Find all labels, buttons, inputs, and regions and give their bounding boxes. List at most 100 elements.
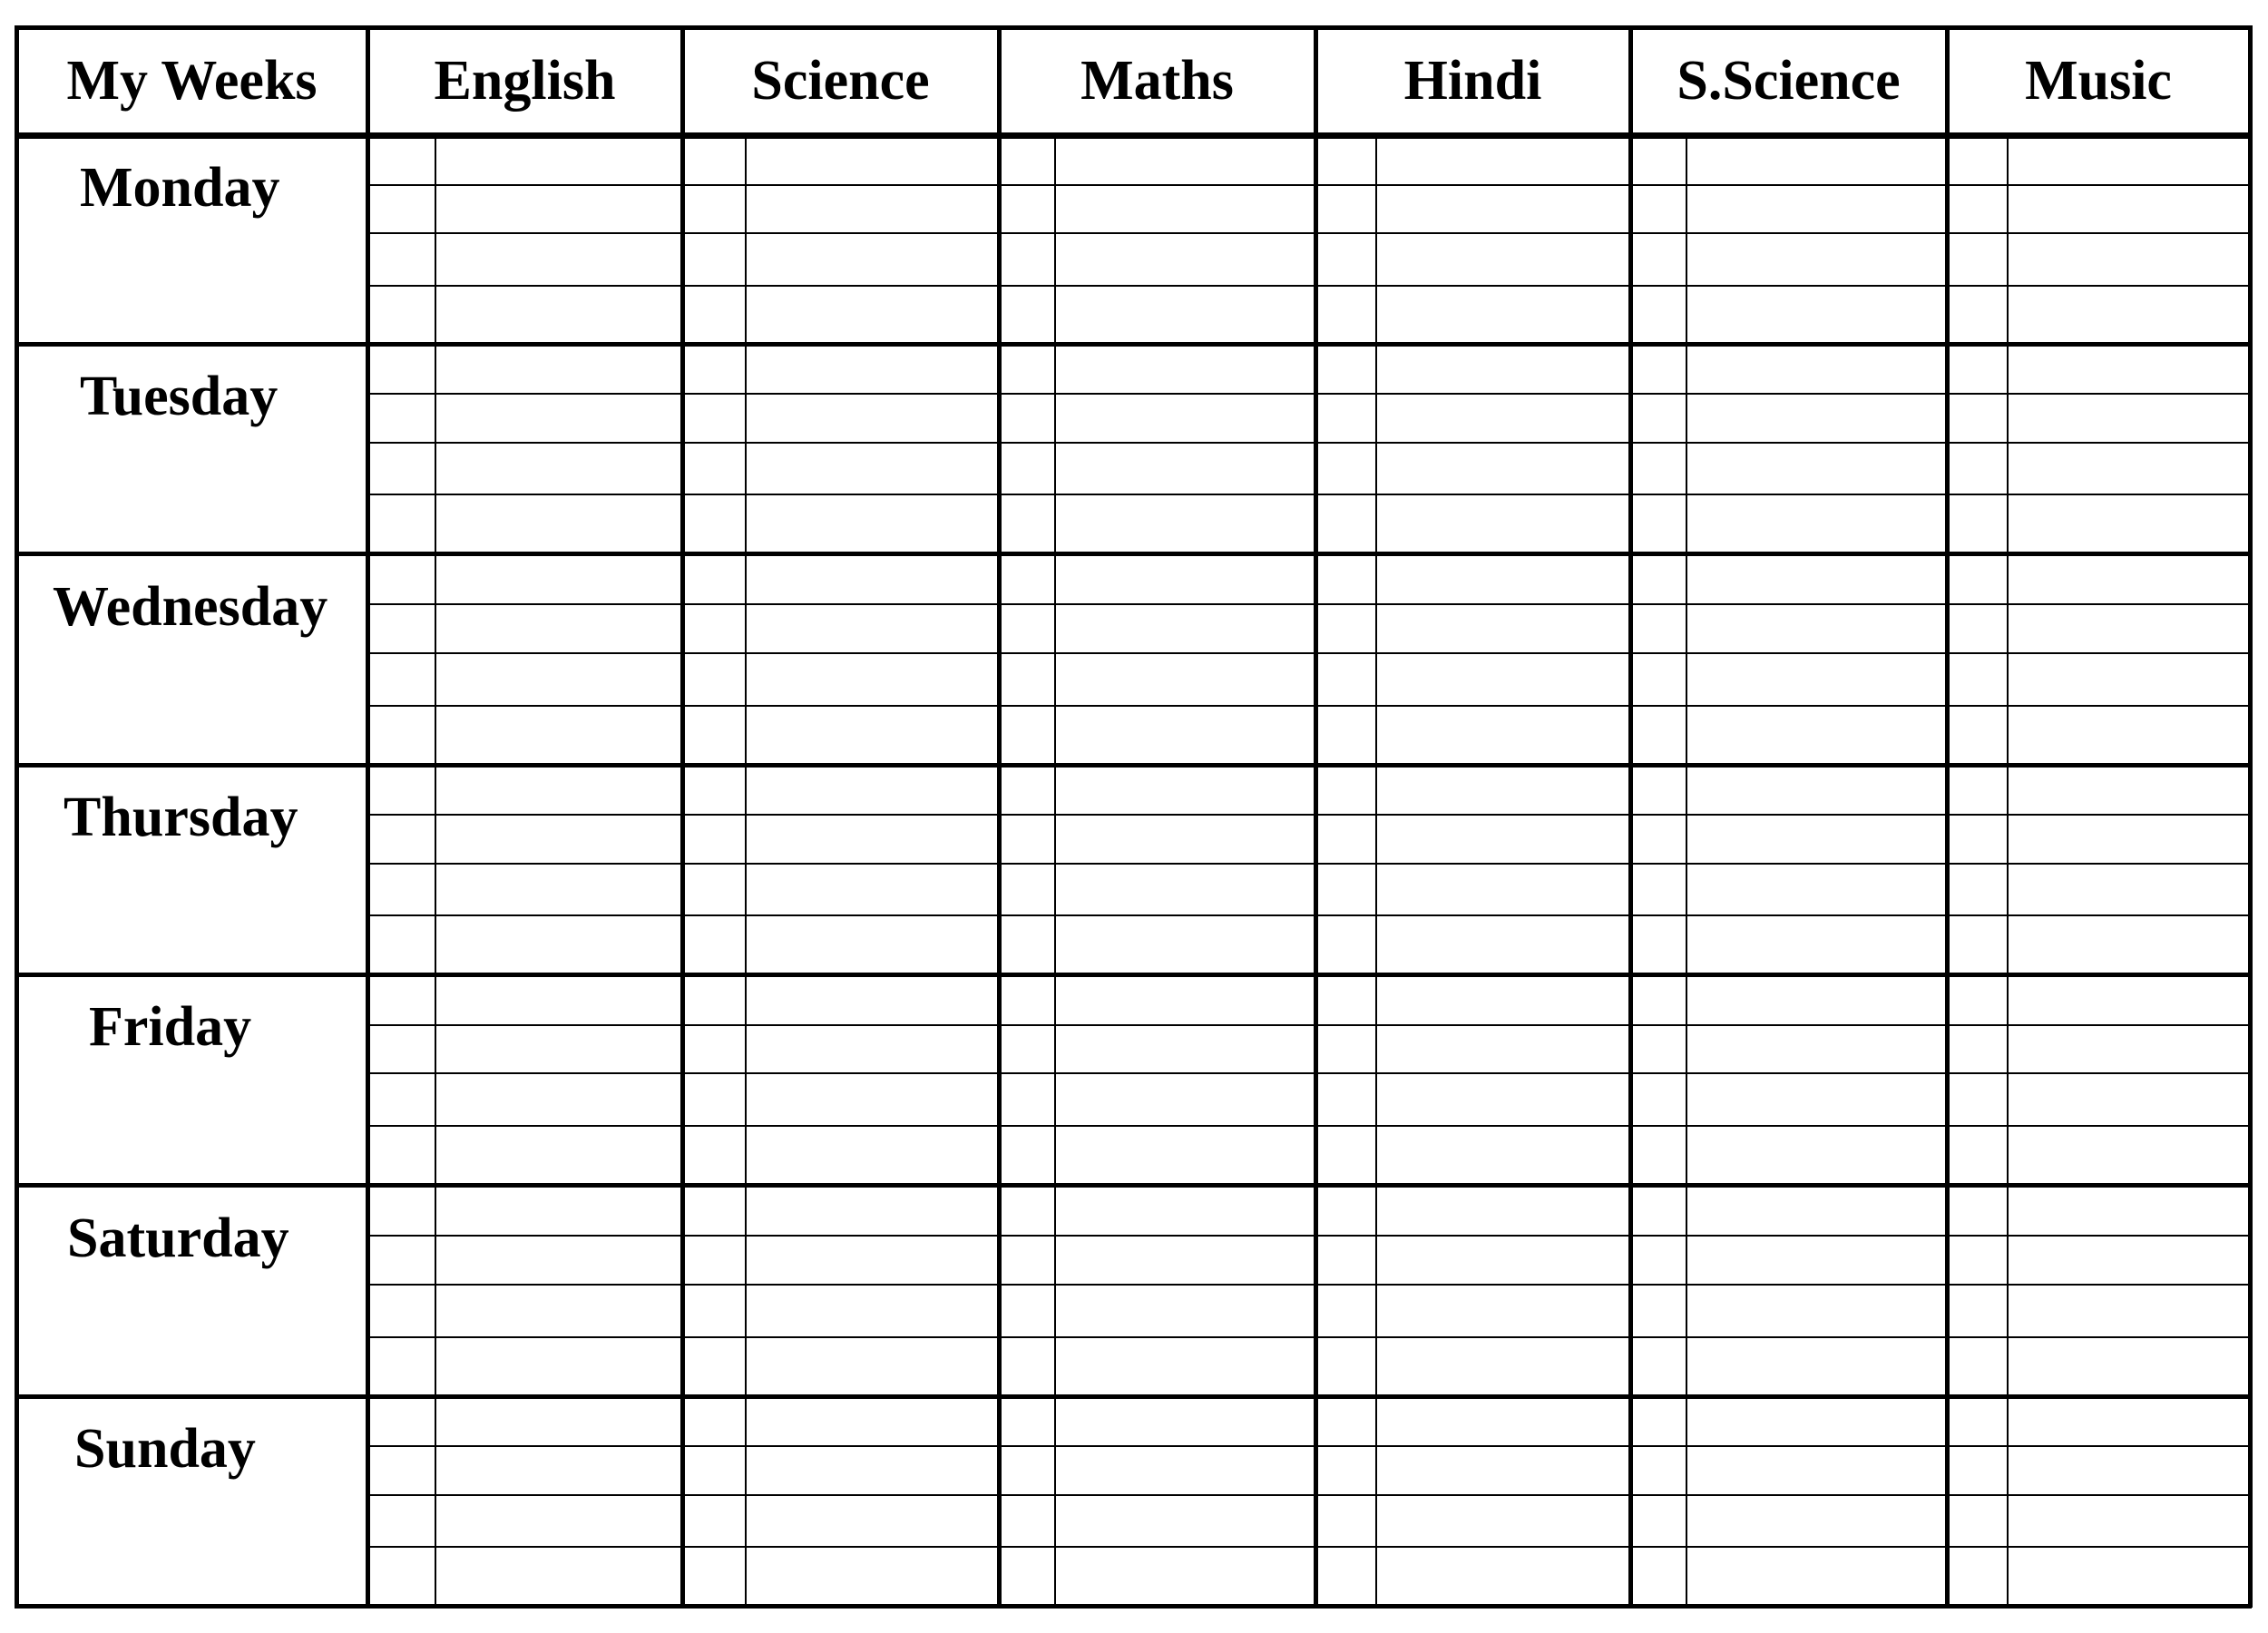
slot-number-cell[interactable] — [370, 656, 434, 704]
slot-number-cell[interactable] — [1318, 1340, 1374, 1394]
slot-number-cell[interactable] — [1633, 768, 1685, 813]
slot-entry-cell[interactable] — [1378, 138, 1628, 183]
slot-number-cell[interactable] — [1318, 1498, 1374, 1545]
slot-number-cell[interactable] — [1950, 396, 2006, 441]
slot-entry-cell[interactable] — [2009, 1340, 2247, 1394]
slot-number-cell[interactable] — [370, 1498, 434, 1545]
slot-entry-cell[interactable] — [1378, 607, 1628, 651]
slot-entry-cell[interactable] — [748, 556, 996, 602]
slot-entry-cell[interactable] — [2009, 556, 2247, 602]
slot-number-cell[interactable] — [1002, 288, 1053, 342]
slot-entry-cell[interactable] — [748, 817, 996, 862]
slot-number-cell[interactable] — [1633, 1550, 1685, 1604]
slot-number-cell[interactable] — [685, 607, 744, 651]
slot-number-cell[interactable] — [1318, 1028, 1374, 1071]
slot-entry-cell[interactable] — [1378, 1399, 1628, 1444]
slot-number-cell[interactable] — [685, 768, 744, 813]
slot-number-cell[interactable] — [1318, 445, 1374, 493]
slot-number-cell[interactable] — [1002, 445, 1053, 493]
slot-number-cell[interactable] — [1002, 817, 1053, 862]
slot-number-cell[interactable] — [1950, 236, 2006, 284]
slot-entry-cell[interactable] — [1688, 1449, 1944, 1493]
slot-entry-cell[interactable] — [748, 288, 996, 342]
slot-number-cell[interactable] — [370, 1550, 434, 1604]
slot-number-cell[interactable] — [1633, 607, 1685, 651]
slot-number-cell[interactable] — [1002, 1498, 1053, 1545]
slot-entry-cell[interactable] — [437, 1449, 679, 1493]
slot-number-cell[interactable] — [370, 1028, 434, 1071]
slot-number-cell[interactable] — [1318, 236, 1374, 284]
slot-number-cell[interactable] — [370, 1076, 434, 1124]
slot-entry-cell[interactable] — [1688, 709, 1944, 763]
slot-number-cell[interactable] — [1950, 1340, 2006, 1394]
slot-number-cell[interactable] — [370, 1238, 434, 1283]
slot-number-cell[interactable] — [1002, 236, 1053, 284]
slot-entry-cell[interactable] — [748, 656, 996, 704]
slot-entry-cell[interactable] — [2009, 817, 2247, 862]
slot-number-cell[interactable] — [1002, 709, 1053, 763]
slot-entry-cell[interactable] — [1057, 1550, 1313, 1604]
slot-number-cell[interactable] — [1002, 1399, 1053, 1444]
slot-entry-cell[interactable] — [748, 1028, 996, 1071]
slot-number-cell[interactable] — [370, 288, 434, 342]
slot-entry-cell[interactable] — [1378, 288, 1628, 342]
slot-number-cell[interactable] — [685, 1238, 744, 1283]
slot-number-cell[interactable] — [370, 709, 434, 763]
slot-entry-cell[interactable] — [437, 918, 679, 973]
slot-number-cell[interactable] — [1950, 347, 2006, 392]
slot-entry-cell[interactable] — [1057, 188, 1313, 231]
slot-number-cell[interactable] — [1950, 768, 2006, 813]
slot-number-cell[interactable] — [370, 396, 434, 441]
slot-number-cell[interactable] — [1950, 1076, 2006, 1124]
slot-number-cell[interactable] — [1633, 396, 1685, 441]
slot-number-cell[interactable] — [685, 347, 744, 392]
slot-number-cell[interactable] — [1633, 1076, 1685, 1124]
slot-entry-cell[interactable] — [1057, 607, 1313, 651]
slot-number-cell[interactable] — [1318, 1129, 1374, 1183]
slot-number-cell[interactable] — [370, 1399, 434, 1444]
slot-entry-cell[interactable] — [1057, 236, 1313, 284]
slot-number-cell[interactable] — [1318, 188, 1374, 231]
slot-number-cell[interactable] — [370, 497, 434, 552]
slot-number-cell[interactable] — [1318, 918, 1374, 973]
slot-entry-cell[interactable] — [1057, 1076, 1313, 1124]
slot-number-cell[interactable] — [1633, 866, 1685, 914]
slot-entry-cell[interactable] — [1057, 866, 1313, 914]
slot-number-cell[interactable] — [1950, 188, 2006, 231]
slot-entry-cell[interactable] — [437, 1076, 679, 1124]
slot-number-cell[interactable] — [1318, 1287, 1374, 1335]
slot-entry-cell[interactable] — [1688, 768, 1944, 813]
slot-number-cell[interactable] — [685, 556, 744, 602]
slot-number-cell[interactable] — [1002, 866, 1053, 914]
slot-number-cell[interactable] — [1002, 138, 1053, 183]
slot-entry-cell[interactable] — [748, 1498, 996, 1545]
slot-entry-cell[interactable] — [437, 1188, 679, 1234]
slot-number-cell[interactable] — [1950, 1188, 2006, 1234]
slot-number-cell[interactable] — [1002, 1129, 1053, 1183]
slot-entry-cell[interactable] — [437, 288, 679, 342]
slot-number-cell[interactable] — [1633, 1188, 1685, 1234]
slot-number-cell[interactable] — [1002, 656, 1053, 704]
slot-number-cell[interactable] — [1950, 977, 2006, 1023]
slot-entry-cell[interactable] — [748, 396, 996, 441]
slot-number-cell[interactable] — [1318, 866, 1374, 914]
slot-entry-cell[interactable] — [748, 866, 996, 914]
slot-entry-cell[interactable] — [1688, 1028, 1944, 1071]
slot-number-cell[interactable] — [1950, 1399, 2006, 1444]
slot-entry-cell[interactable] — [748, 977, 996, 1023]
slot-entry-cell[interactable] — [1378, 709, 1628, 763]
slot-entry-cell[interactable] — [2009, 1076, 2247, 1124]
slot-number-cell[interactable] — [1318, 709, 1374, 763]
slot-number-cell[interactable] — [1318, 288, 1374, 342]
slot-number-cell[interactable] — [685, 1449, 744, 1493]
slot-entry-cell[interactable] — [1057, 1287, 1313, 1335]
slot-entry-cell[interactable] — [1057, 1129, 1313, 1183]
slot-entry-cell[interactable] — [437, 138, 679, 183]
slot-number-cell[interactable] — [1950, 607, 2006, 651]
slot-number-cell[interactable] — [370, 1449, 434, 1493]
slot-number-cell[interactable] — [1318, 768, 1374, 813]
slot-number-cell[interactable] — [1633, 1129, 1685, 1183]
slot-number-cell[interactable] — [685, 709, 744, 763]
slot-number-cell[interactable] — [370, 236, 434, 284]
slot-entry-cell[interactable] — [1688, 656, 1944, 704]
